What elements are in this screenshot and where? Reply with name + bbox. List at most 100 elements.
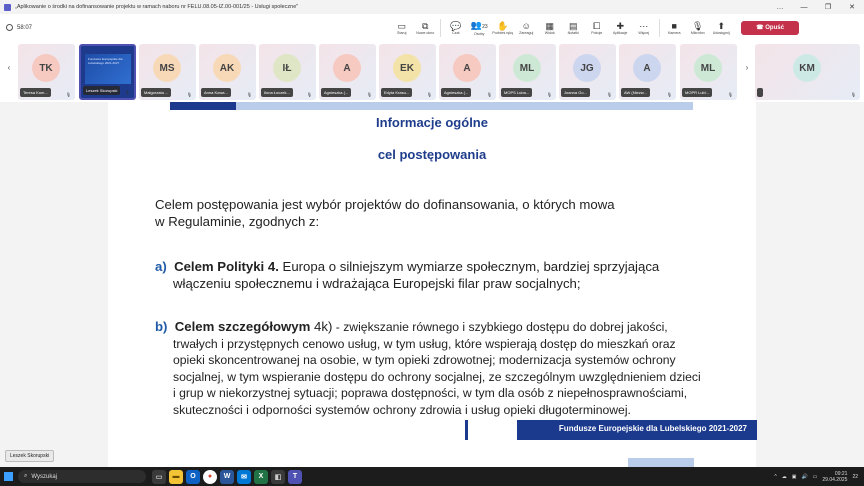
participant-avatar: A xyxy=(333,54,361,82)
screen-share-thumbnail: Fundusze Europejskie dla Lubelskiego 202… xyxy=(85,54,131,84)
apps-icon: ✚ xyxy=(616,20,625,31)
new-window-icon: ⧉ xyxy=(422,20,429,31)
microphone-button[interactable]: 🎙 Mikrofon xyxy=(686,14,710,41)
slide-footer-text: Fundusze Europejskie dla Lubelskiego 202… xyxy=(558,424,747,433)
minimize-button[interactable]: — xyxy=(792,0,816,14)
participant-avatar: A xyxy=(453,54,481,82)
participant-name: Ilona Łoczek... xyxy=(261,88,293,97)
excel-icon[interactable]: X xyxy=(254,469,268,484)
camera-button[interactable]: ■ Kamera xyxy=(663,14,687,41)
close-window-button[interactable]: ✕ xyxy=(840,0,864,14)
strip-next-button[interactable]: › xyxy=(742,63,752,77)
participant-tile[interactable]: A AW (Niezw... 🎙 xyxy=(619,44,676,100)
participant-tile[interactable]: Fundusze Europejskie dla Lubelskiego 202… xyxy=(79,44,136,100)
slide-point-a: a) Celem Polityki 4. Europa o silniejszy… xyxy=(155,259,660,291)
outlook-icon[interactable]: O xyxy=(186,469,200,484)
more-button[interactable]: ⋯ Więcej xyxy=(632,14,656,41)
participant-tile[interactable]: KM 🎙 xyxy=(755,44,860,100)
participant-name: Agnieszka (... xyxy=(321,88,352,97)
strip-prev-button[interactable]: ‹ xyxy=(4,63,14,77)
camera-off-icon: ■ xyxy=(671,20,677,31)
participant-name: Leszek Skorupski xyxy=(83,86,121,95)
participant-tile[interactable]: TK Teresa Kom... 🎙 xyxy=(18,44,75,100)
network-icon[interactable]: ▣ xyxy=(792,474,797,480)
raise-hand-button[interactable]: ✋ Podnieś rękę xyxy=(491,14,515,41)
participant-tile[interactable]: ML MOPR Lubl... 🎙 xyxy=(680,44,737,100)
new-window-button[interactable]: ⧉ Nowe okno xyxy=(414,14,438,41)
file-explorer-icon[interactable]: ▬ xyxy=(169,469,183,484)
muted-mic-icon: 🎙 xyxy=(246,92,252,97)
chat-button[interactable]: 💬 Czat xyxy=(444,14,468,41)
taskbar-apps: ▭ ▬ O ● W ✉ X ◧ T xyxy=(152,469,302,484)
muted-mic-icon: 🎙 xyxy=(124,90,130,95)
folder-icon[interactable]: ◧ xyxy=(271,469,285,484)
notification-icon[interactable]: 22 xyxy=(852,474,858,480)
participant-tile[interactable]: A Agnieszka (... 🎙 xyxy=(439,44,496,100)
more-icon: ⋯ xyxy=(639,20,649,31)
participant-tile[interactable]: EK Edyta Krasu... 🎙 xyxy=(379,44,436,100)
slide-footer-stub xyxy=(465,420,517,440)
battery-icon[interactable]: ▭ xyxy=(813,474,818,480)
participant-name: Edyta Krasu... xyxy=(381,88,413,97)
muted-mic-icon: 🎙 xyxy=(65,92,71,97)
notes-icon: ▤ xyxy=(568,20,578,31)
view-button[interactable]: ▦ Widok xyxy=(538,14,562,41)
participant-avatar: A xyxy=(633,54,661,82)
maximize-button[interactable]: ❐ xyxy=(816,0,840,14)
muted-mic-icon: 🎙 xyxy=(306,92,312,97)
start-button[interactable]: ▭ Staruj xyxy=(390,14,414,41)
muted-mic-icon: 🎙 xyxy=(666,92,672,97)
participant-tile[interactable]: JG Joanna Go... 🎙 xyxy=(559,44,616,100)
teams-icon[interactable]: T xyxy=(288,469,302,484)
apps-button[interactable]: ✚ Aplikacje xyxy=(609,14,633,41)
participant-tile[interactable]: ML MOPS Luba... 🎙 xyxy=(499,44,556,100)
word-icon[interactable]: W xyxy=(220,469,234,484)
share-button[interactable]: ⬆ Udostępnij xyxy=(710,14,734,41)
notes-button[interactable]: ▤ Notatki xyxy=(562,14,586,41)
window-title: „Aplikowanie o środki na dofinansowanie … xyxy=(15,4,299,10)
volume-icon[interactable]: 🔊 xyxy=(801,474,807,480)
rooms-icon: ⧠ xyxy=(593,20,601,31)
search-icon: ⌕ xyxy=(24,473,28,479)
muted-mic-icon: 🎙 xyxy=(606,92,612,97)
toolbar-divider xyxy=(440,18,441,37)
onedrive-icon[interactable]: ☁ xyxy=(782,474,787,480)
rooms-button[interactable]: ⧠ Pokoje xyxy=(585,14,609,41)
muted-mic-icon: 🎙 xyxy=(366,92,372,97)
react-button[interactable]: ☺ Zareaguj xyxy=(515,14,539,41)
phone-icon: ☎ xyxy=(756,25,766,31)
participant-avatar: TK xyxy=(32,54,60,82)
system-tray: ^ ☁ ▣ 🔊 ▭ 09:21 29.04.2025 22 xyxy=(774,471,864,483)
muted-mic-icon: 🎙 xyxy=(850,92,856,97)
mail-icon[interactable]: ✉ xyxy=(237,469,251,484)
notification-count: 22 xyxy=(852,473,858,480)
meeting-tools: ▭ Staruj ⧉ Nowe okno 💬 Czat 👥23 Osoby ✋ Podni… xyxy=(390,14,733,41)
participant-avatar: ML xyxy=(513,54,541,82)
task-view-icon[interactable]: ▭ xyxy=(152,469,166,484)
participant-tile[interactable]: MS Małgorzata ... 🎙 xyxy=(139,44,196,100)
people-button[interactable]: 👥23 Osoby xyxy=(468,14,492,41)
start-menu-button[interactable] xyxy=(0,467,16,486)
teams-app-icon xyxy=(4,3,11,11)
slide-top-bar-light xyxy=(236,102,693,110)
people-count: 23 xyxy=(482,23,488,30)
participant-name: MOPS Luba... xyxy=(501,88,533,97)
participant-avatar: KM xyxy=(793,54,821,82)
more-options-button[interactable]: … xyxy=(768,0,792,14)
slide-footer-band: Fundusze Europejskie dla Lubelskiego 202… xyxy=(465,420,757,440)
participant-tile[interactable]: A Agnieszka (... 🎙 xyxy=(319,44,376,100)
meeting-info-icon[interactable] xyxy=(6,24,13,31)
tray-chevron-icon[interactable]: ^ xyxy=(774,474,776,480)
participant-avatar: MS xyxy=(153,54,181,82)
muted-mic-icon: 🎙 xyxy=(186,92,192,97)
chrome-icon[interactable]: ● xyxy=(203,469,217,484)
window-titlebar: „Aplikowanie o środki na dofinansowanie … xyxy=(0,0,864,14)
participant-avatar: IŁ xyxy=(273,54,301,82)
taskbar-search[interactable]: ⌕ Wyszukaj xyxy=(18,470,146,483)
leave-button[interactable]: ☎ Opuść xyxy=(741,20,799,35)
participant-tile[interactable]: AK Anna Kowa... 🎙 xyxy=(199,44,256,100)
participant-tile[interactable]: IŁ Ilona Łoczek... 🎙 xyxy=(259,44,316,100)
participant-name: Teresa Kom... xyxy=(20,88,51,97)
taskbar-clock[interactable]: 09:21 29.04.2025 xyxy=(822,471,847,483)
view-icon: ▦ xyxy=(545,20,554,31)
